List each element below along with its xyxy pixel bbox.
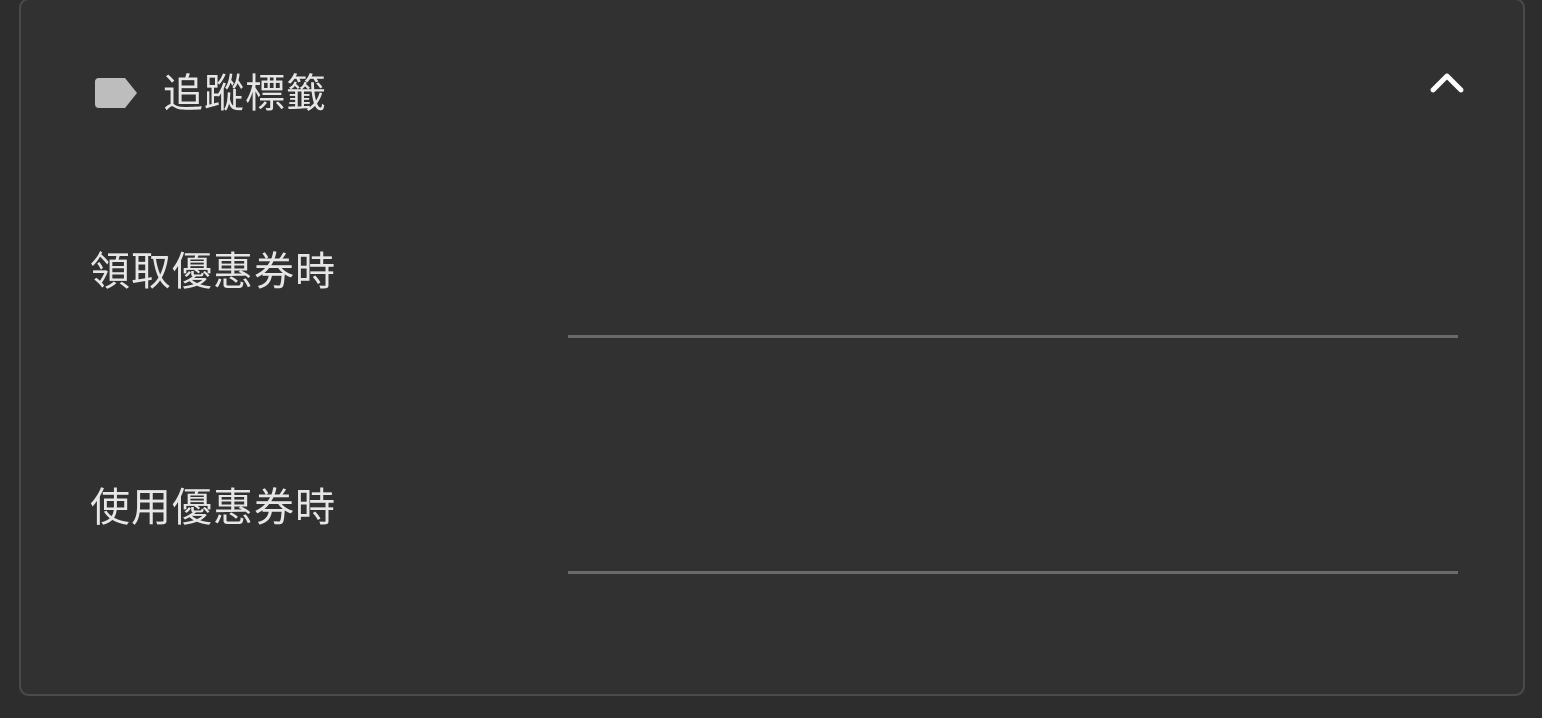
panel-header[interactable]: 追蹤標籤 — [21, 0, 1523, 190]
collapse-button[interactable] — [1419, 56, 1475, 112]
tracking-tags-panel: 追蹤標籤 領取優惠券時 使用優惠券時 — [19, 0, 1525, 696]
claim-coupon-tag-input[interactable] — [568, 274, 1458, 338]
use-coupon-tag-input[interactable] — [568, 510, 1458, 574]
field-label-claim-coupon: 領取優惠券時 — [90, 249, 336, 295]
chevron-up-icon — [1429, 70, 1465, 98]
label-tag-icon — [95, 78, 137, 108]
field-label-use-coupon: 使用優惠券時 — [90, 485, 336, 531]
panel-title: 追蹤標籤 — [163, 71, 327, 117]
